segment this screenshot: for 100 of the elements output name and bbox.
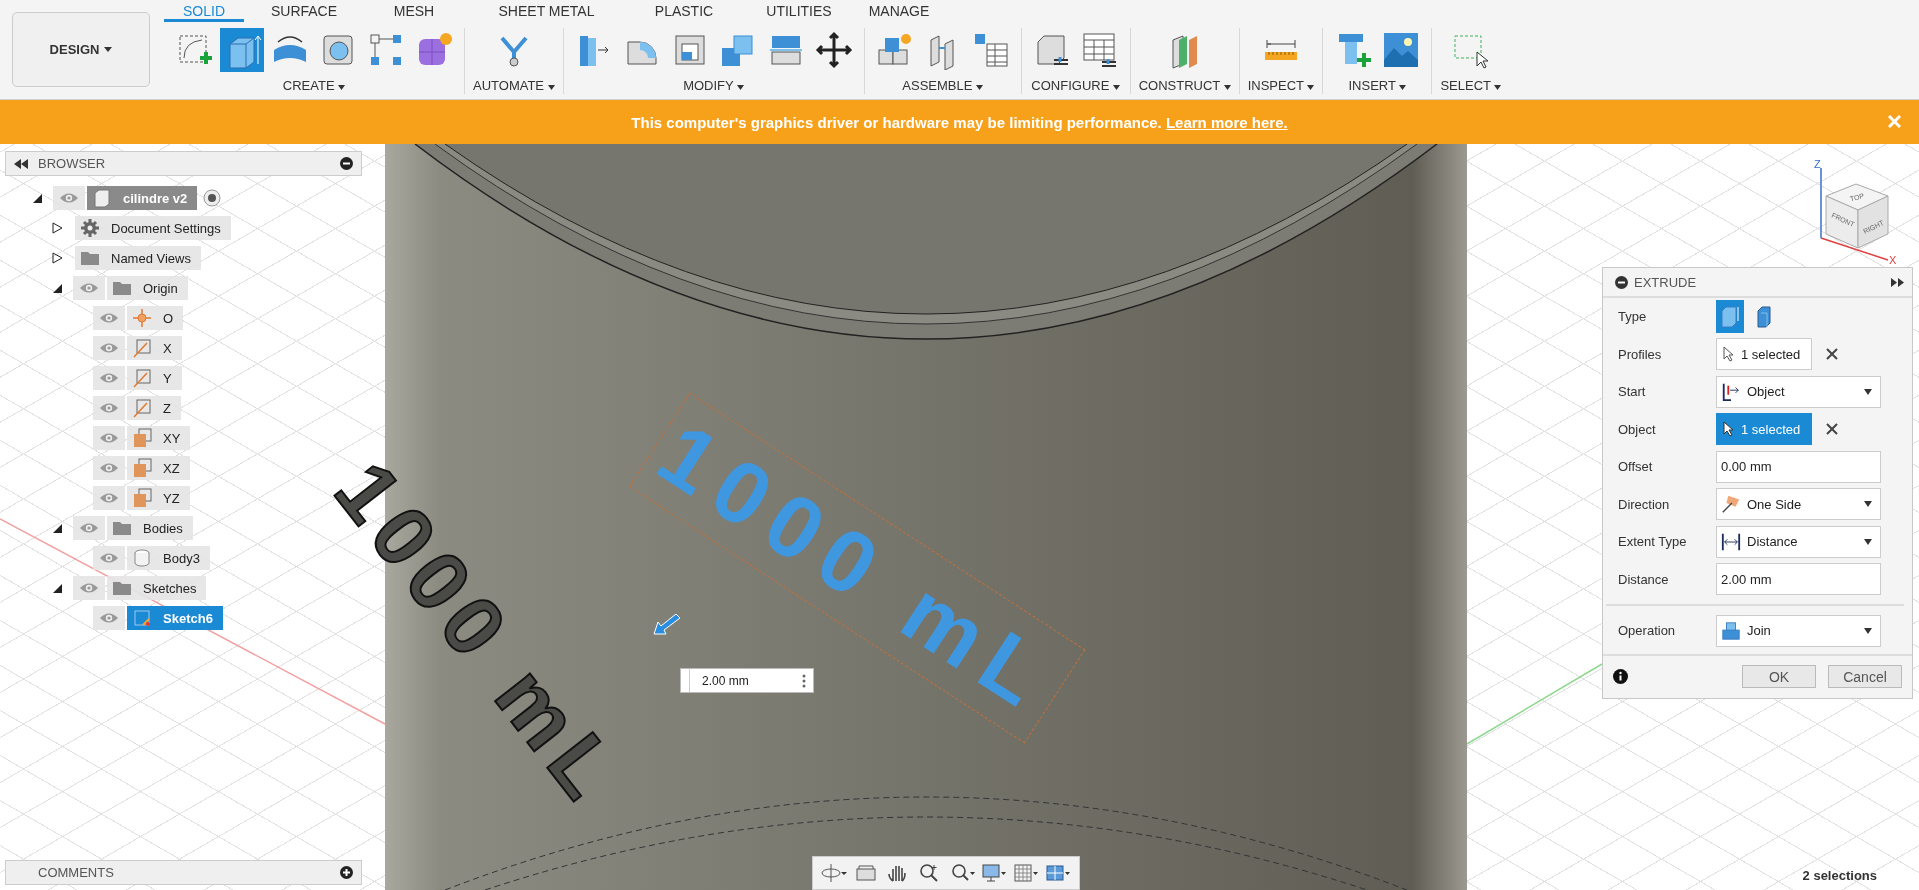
input-field[interactable]: 0.00 mm: [1716, 450, 1881, 483]
type-option-button[interactable]: [1716, 300, 1744, 334]
group-menu[interactable]: INSPECT: [1247, 78, 1315, 93]
close-icon[interactable]: [1826, 348, 1838, 361]
camera-icon[interactable]: [853, 863, 879, 883]
zoom-window-icon[interactable]: [949, 863, 975, 883]
expand-panel-icon[interactable]: [1891, 277, 1904, 287]
dialog-button[interactable]: Cancel: [1828, 665, 1902, 688]
group-menu[interactable]: MODIFY: [683, 78, 745, 93]
group-menu[interactable]: ASSEMBLE: [902, 78, 983, 93]
eye-icon[interactable]: [99, 492, 119, 504]
caret-icon: [1864, 388, 1872, 395]
group-menu[interactable]: SELECT: [1440, 78, 1502, 93]
tree-item[interactable]: Body3: [127, 546, 210, 570]
workspace-button[interactable]: DESIGN: [12, 12, 150, 87]
eye-icon[interactable]: [99, 312, 119, 324]
join-icon: [1721, 620, 1741, 641]
group-menu[interactable]: CREATE: [282, 78, 346, 93]
eye-icon[interactable]: [79, 582, 99, 594]
tree-item[interactable]: Sketch6: [127, 606, 223, 630]
eye-icon[interactable]: [99, 432, 119, 444]
eye-icon[interactable]: [99, 342, 119, 354]
warning-message: This computer's graphics driver or hardware may be limiting performance. Learn more here.: [631, 113, 1288, 131]
cursor-icon: [1723, 421, 1735, 438]
tree-item[interactable]: XZ: [127, 456, 190, 480]
collapse-icon[interactable]: [51, 522, 63, 534]
panel-title: EXTRUDE: [1634, 274, 1698, 290]
tab[interactable]: SHEET METAL: [464, 0, 629, 22]
tree-item[interactable]: Named Views: [75, 246, 201, 270]
tab[interactable]: PLASTIC: [629, 0, 739, 22]
dialog-button[interactable]: OK: [1742, 665, 1816, 688]
solid-icon: [1720, 304, 1740, 329]
tab[interactable]: SURFACE: [244, 0, 364, 22]
cube-icon: [91, 187, 113, 209]
viewports-icon[interactable]: [1045, 863, 1071, 883]
eye-icon[interactable]: [79, 282, 99, 294]
gear-icon: [79, 217, 101, 239]
collapse-icon[interactable]: [31, 192, 43, 204]
expand-icon[interactable]: [51, 222, 63, 234]
field-label: Operation: [1618, 623, 1677, 639]
cursor-icon: [1723, 346, 1735, 363]
more-icon[interactable]: [801, 672, 807, 689]
eye-icon[interactable]: [59, 192, 79, 204]
dropdown[interactable]: One Side: [1716, 488, 1881, 521]
origin-point-icon: [131, 307, 153, 329]
tab[interactable]: UTILITIES: [739, 0, 859, 22]
selection-button[interactable]: 1 selected: [1716, 413, 1812, 446]
group-menu[interactable]: AUTOMATE: [473, 78, 555, 93]
dropdown[interactable]: Distance: [1716, 525, 1881, 558]
minus-icon[interactable]: [340, 157, 353, 170]
field-label: Direction: [1618, 496, 1671, 512]
tree-item[interactable]: Origin: [107, 276, 188, 300]
radio-icon[interactable]: [203, 189, 222, 207]
collapse-icon[interactable]: [51, 282, 63, 294]
add-icon[interactable]: [340, 866, 353, 879]
group-menu[interactable]: CONFIGURE: [1031, 78, 1120, 93]
dropdown[interactable]: Object: [1716, 375, 1881, 408]
caret-icon: [104, 47, 113, 52]
eye-icon[interactable]: [99, 552, 119, 564]
tree-item[interactable]: O: [127, 306, 184, 330]
eye-icon[interactable]: [99, 372, 119, 384]
input-field[interactable]: 2.00 mm: [1716, 563, 1881, 596]
dimension-field[interactable]: 2.00 mm: [680, 668, 814, 693]
eye-icon[interactable]: [99, 462, 119, 474]
tree-item[interactable]: Y: [127, 366, 182, 390]
grid-icon[interactable]: [1013, 863, 1039, 883]
orbit-icon[interactable]: [821, 863, 847, 883]
tab[interactable]: MANAGE: [859, 0, 939, 22]
tree-item[interactable]: X: [127, 336, 182, 360]
caret-icon: [1399, 85, 1407, 90]
tree-item[interactable]: Z: [127, 396, 181, 420]
tree-item[interactable]: YZ: [127, 486, 190, 510]
tree-item[interactable]: Sketches: [107, 576, 207, 600]
eye-icon[interactable]: [99, 612, 119, 624]
caret-icon: [1864, 501, 1872, 508]
tree-item[interactable]: XY: [127, 426, 191, 450]
collapse-panel-icon[interactable]: [14, 158, 28, 169]
field-label: Distance: [1618, 571, 1670, 587]
dropdown[interactable]: Join: [1716, 614, 1881, 647]
selection-button[interactable]: 1 selected: [1716, 338, 1812, 371]
field-label: Profiles: [1618, 346, 1663, 362]
group-menu[interactable]: INSERT: [1348, 78, 1407, 93]
eye-icon[interactable]: [99, 402, 119, 414]
tree-item[interactable]: Document Settings: [75, 216, 231, 240]
caret-icon: [338, 85, 346, 90]
caret-icon: [1223, 85, 1231, 90]
collapse-icon[interactable]: [51, 582, 63, 594]
expand-icon[interactable]: [51, 252, 63, 264]
tree-item[interactable]: Bodies: [107, 516, 193, 540]
minus-icon[interactable]: [1615, 275, 1628, 289]
display-icon[interactable]: [981, 863, 1007, 883]
field-label: Extent Type: [1618, 534, 1688, 550]
close-icon[interactable]: [1826, 423, 1838, 436]
eye-icon[interactable]: [79, 522, 99, 534]
sketch-icon: [131, 607, 153, 629]
group-menu[interactable]: CONSTRUCT: [1138, 78, 1231, 93]
caret-icon: [1494, 85, 1502, 90]
extrude-icon[interactable]: [220, 28, 264, 72]
tab[interactable]: MESH: [364, 0, 464, 22]
info-icon[interactable]: [1613, 669, 1628, 684]
